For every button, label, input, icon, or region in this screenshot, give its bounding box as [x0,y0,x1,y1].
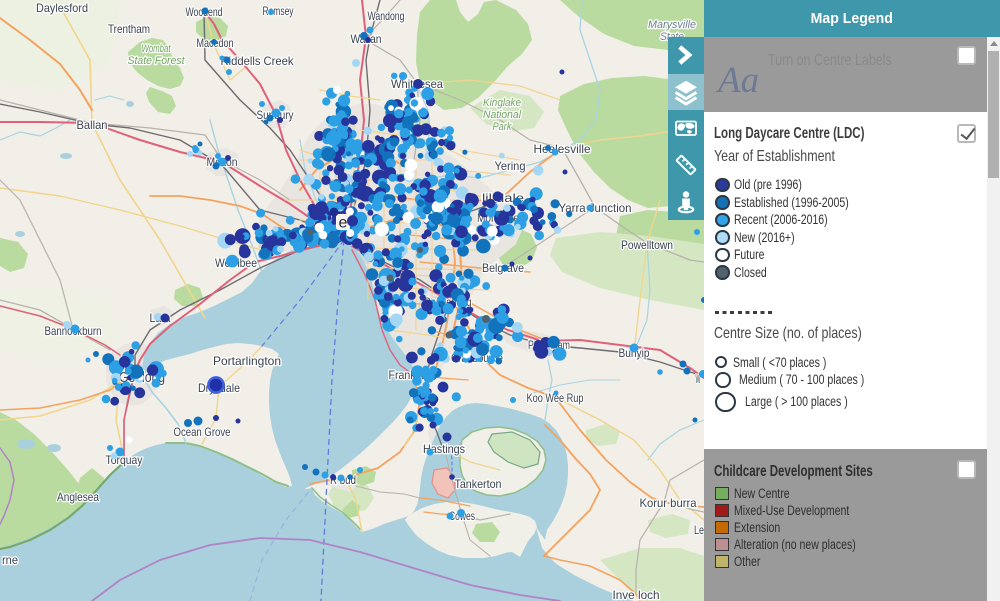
svg-text:Tankerton: Tankerton [455,477,502,491]
svg-text:Portarlington: Portarlington [213,354,281,368]
svg-text:Korur burra: Korur burra [640,496,697,510]
svg-text:Park: Park [493,121,513,133]
svg-text:Trentham: Trentham [108,22,150,36]
svg-text:Riddells Creek: Riddells Creek [221,54,294,68]
svg-text:Powelltown: Powelltown [621,238,673,252]
svg-text:Healesville: Healesville [534,142,591,156]
svg-text:State Forest: State Forest [128,55,186,67]
svg-text:Kinglake: Kinglake [483,97,521,109]
svg-text:Ballan: Ballan [77,118,108,132]
svg-text:e: e [339,215,348,232]
svg-text:National: National [483,109,522,121]
svg-text:rne: rne [2,553,18,567]
svg-text:Anglesea: Anglesea [57,490,99,504]
svg-text:Yering: Yering [495,159,526,173]
svg-text:Le: Le [694,523,704,537]
svg-text:Wombat: Wombat [142,43,172,55]
svg-text:Romsey: Romsey [263,4,294,18]
svg-text:Marysville: Marysville [648,19,696,31]
svg-text:Inve loch: Inve loch [613,588,660,601]
svg-text:Ocean Grove: Ocean Grove [174,425,231,439]
svg-text:Daylesford: Daylesford [36,1,88,15]
svg-text:Wandong: Wandong [368,9,405,23]
